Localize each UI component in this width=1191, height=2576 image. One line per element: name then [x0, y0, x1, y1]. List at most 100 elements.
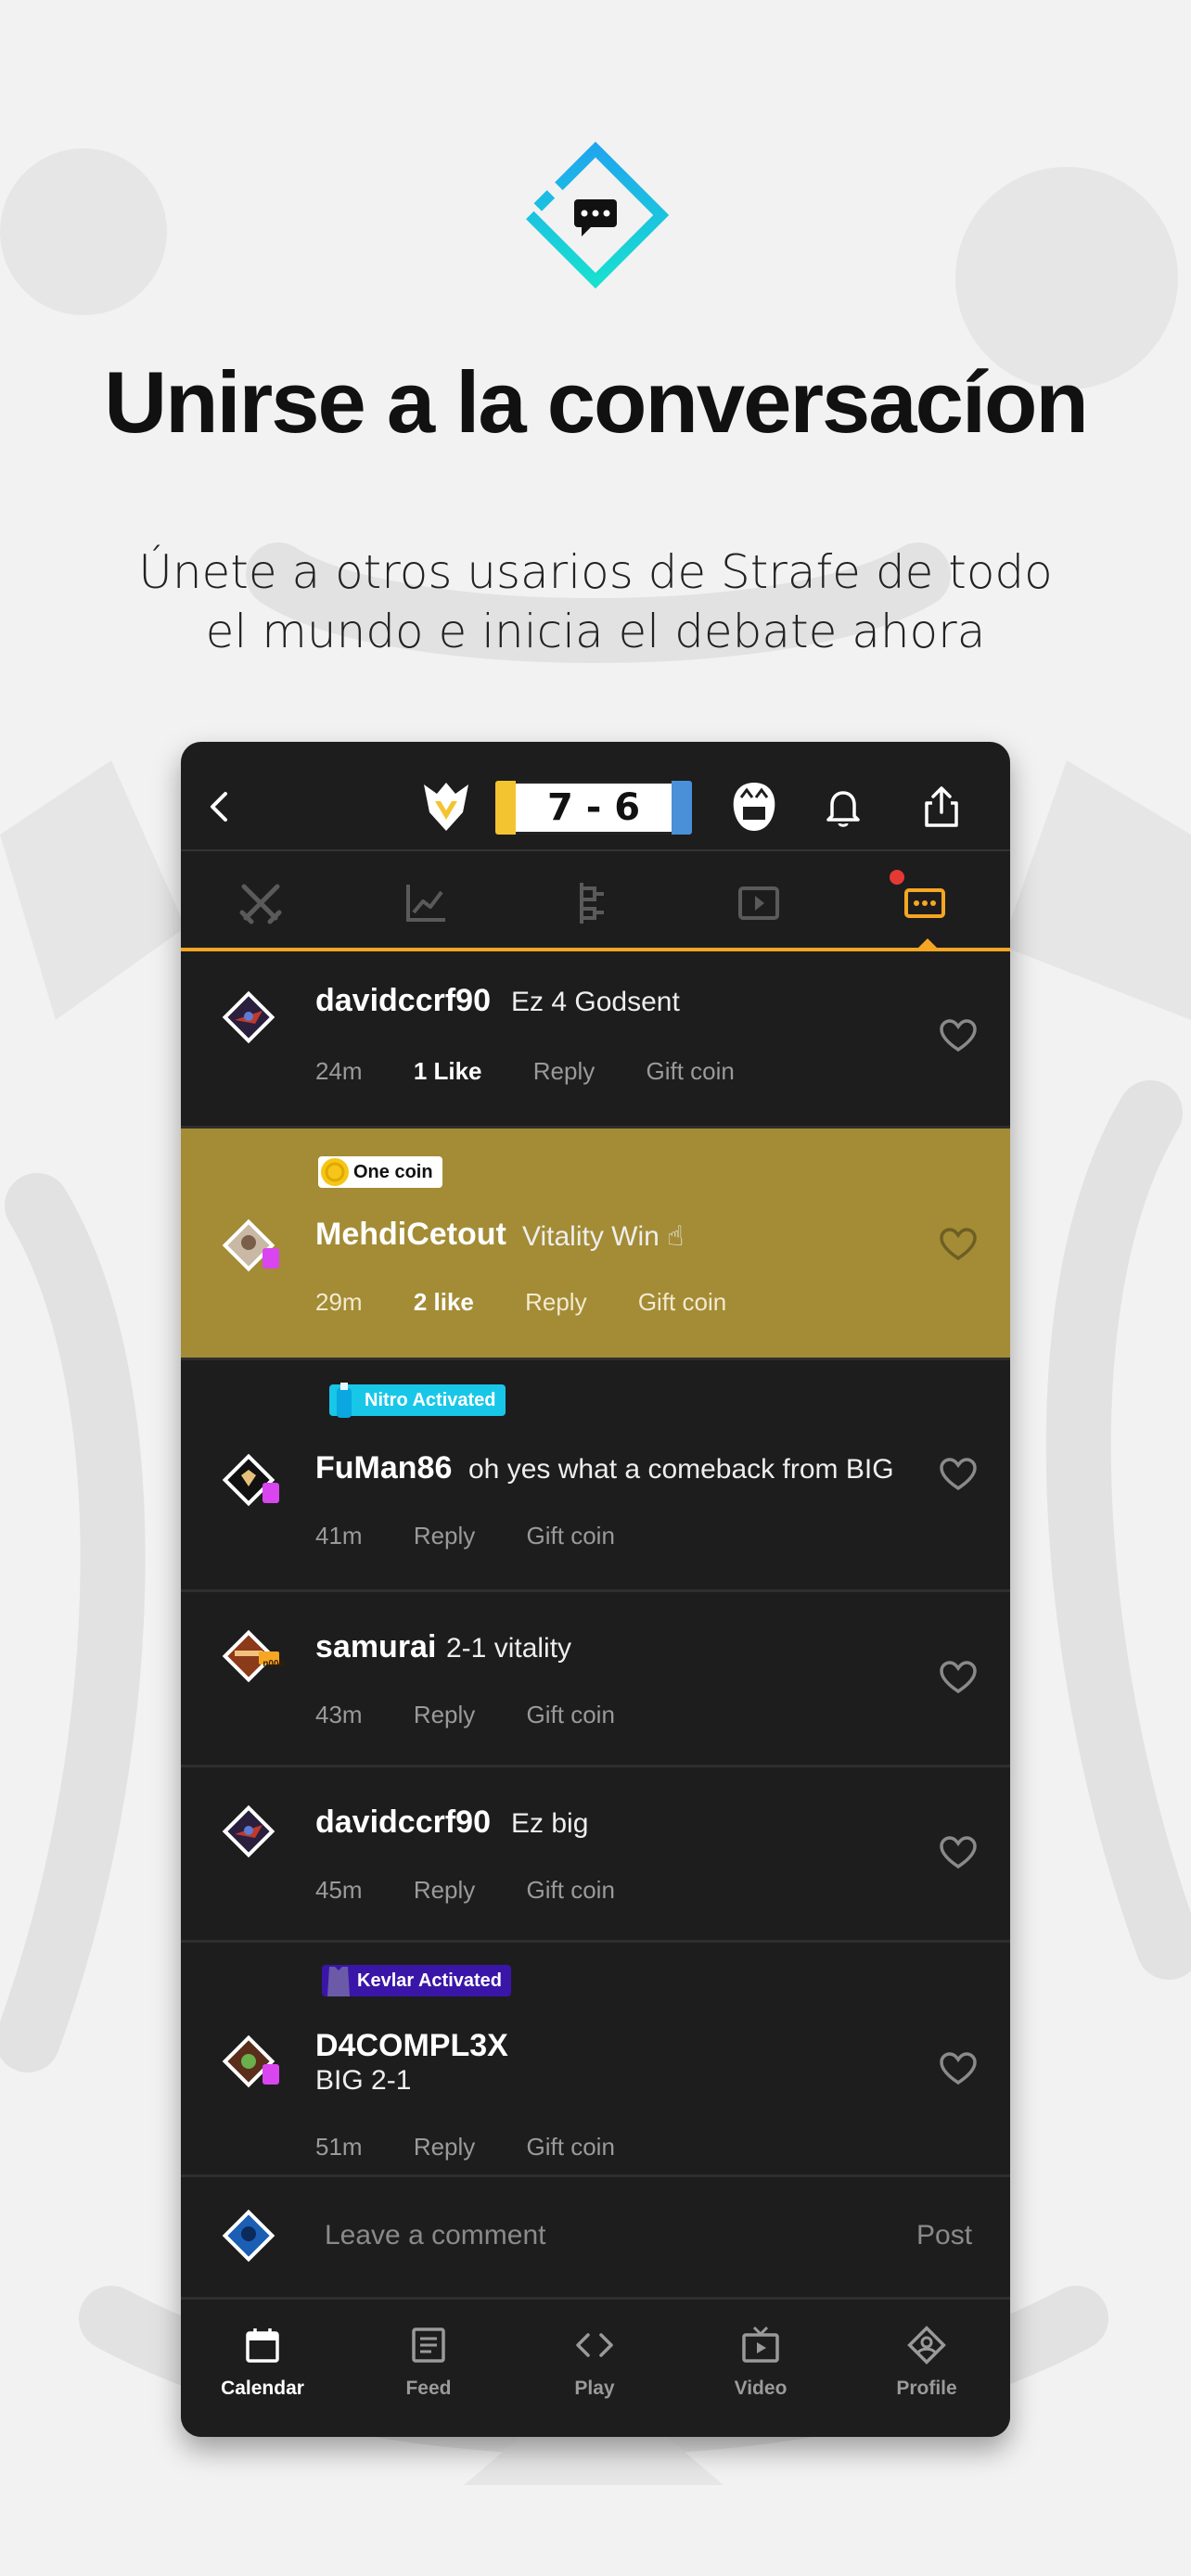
comment-time: 43m — [315, 1701, 363, 1728]
gift-coin-link[interactable]: Gift coin — [638, 1288, 726, 1316]
comment-meta: 45m Reply Gift coin — [315, 1876, 660, 1905]
chat-notification-dot — [890, 870, 904, 885]
share-icon[interactable] — [917, 783, 966, 831]
coin-icon — [321, 1158, 349, 1186]
comment-text: Ez 4 Godsent — [511, 987, 680, 1017]
user-avatar[interactable] — [218, 1215, 279, 1276]
active-tab-indicator — [916, 938, 939, 950]
comment-likes[interactable]: 2 like — [414, 1288, 474, 1316]
phone-screen: 7 - 6 davidccrf90 Ez 4 Godsent 24m 1 Lik… — [181, 742, 1010, 2437]
comment-item: davidccrf90 Ez 4 Godsent 24m 1 Like Repl… — [181, 955, 1010, 1129]
match-score: 7 - 6 — [495, 781, 692, 835]
bell-icon[interactable] — [819, 783, 867, 831]
comment-text: Vitality Win ☝ — [522, 1221, 685, 1252]
comment-meta: 24m 1 Like Reply Gift coin — [315, 1057, 779, 1086]
back-icon[interactable] — [201, 788, 238, 825]
heart-icon[interactable] — [939, 1227, 978, 1262]
heart-icon[interactable] — [939, 2051, 978, 2086]
comment-time: 45m — [315, 1876, 363, 1904]
comment-username[interactable]: D4COMPL3X — [315, 2028, 508, 2064]
comment-time: 41m — [315, 1522, 363, 1549]
code-icon — [576, 2333, 613, 2357]
nav-label: Play — [574, 2378, 615, 2399]
gift-coin-link[interactable]: Gift coin — [527, 2133, 615, 2161]
one-coin-badge: One coin — [318, 1156, 442, 1188]
nav-profile[interactable]: Profile — [852, 2322, 1001, 2400]
comment-text: Ez big — [511, 1808, 589, 1839]
comment-username[interactable]: davidccrf90 — [315, 1804, 491, 1841]
reply-link[interactable]: Reply — [414, 1876, 475, 1904]
match-tabs — [181, 853, 1010, 951]
comment-meta: 51m Reply Gift coin — [315, 2133, 660, 2162]
nav-label: Profile — [896, 2378, 957, 2399]
my-avatar — [222, 2209, 275, 2263]
nitro-activated-badge: Nitro Activated — [329, 1383, 506, 1418]
comment-meta: 41m Reply Gift coin — [315, 1522, 660, 1550]
nav-label: Calendar — [221, 2378, 304, 2399]
profile-icon — [907, 2326, 946, 2365]
nav-label: Feed — [405, 2378, 452, 2399]
gift-coin-link[interactable]: Gift coin — [527, 1701, 615, 1728]
comment-username[interactable]: FuMan86 — [315, 1450, 452, 1486]
nav-play[interactable]: Play — [520, 2322, 669, 2400]
comment-item: Nitro Activated FuMan86 oh yes what a co… — [181, 1360, 1010, 1592]
comment-item: n00b samurai 2-1 vitality 43m Reply Gift… — [181, 1592, 1010, 1767]
reply-link[interactable]: Reply — [414, 1522, 475, 1549]
comment-composer: Leave a comment Post — [181, 2177, 1010, 2300]
post-button[interactable]: Post — [916, 2220, 972, 2251]
reply-link[interactable]: Reply — [533, 1057, 595, 1085]
gift-coin-link[interactable]: Gift coin — [527, 1876, 615, 1904]
tab-matchup-swords-icon[interactable] — [233, 875, 288, 931]
bottom-navigation: Calendar Feed Play Video Profile — [181, 2302, 1010, 2437]
comment-meta: 43m Reply Gift coin — [315, 1701, 660, 1729]
kevlar-vest-icon — [327, 1967, 350, 1996]
kevlar-activated-badge: Kevlar Activated — [322, 1965, 511, 1996]
comment-item: Kevlar Activated D4COMPL3X BIG 2-1 51m R… — [181, 1943, 1010, 2177]
nav-video[interactable]: Video — [686, 2322, 835, 2400]
reply-link[interactable]: Reply — [525, 1288, 586, 1316]
user-avatar[interactable] — [218, 1801, 279, 1862]
heart-icon[interactable] — [939, 1835, 978, 1870]
gift-coin-link[interactable]: Gift coin — [646, 1057, 734, 1085]
heart-icon[interactable] — [939, 1018, 978, 1053]
rank-badge: n00b — [263, 1659, 284, 1669]
team-big-logo — [733, 783, 775, 831]
comment-likes[interactable]: 1 Like — [414, 1057, 482, 1085]
calendar-icon — [246, 2328, 279, 2363]
svg-text:n00b: n00b — [263, 1659, 284, 1669]
nitro-bottle-icon — [337, 1383, 352, 1418]
chat-diamond-icon — [521, 141, 670, 289]
user-avatar[interactable] — [218, 987, 279, 1048]
promo-subline: Únete a otros usarios de Strafe de todo … — [138, 545, 1053, 658]
comment-text: oh yes what a comeback from BIG — [468, 1454, 894, 1485]
comment-meta: 29m 2 like Reply Gift coin — [315, 1288, 771, 1317]
comment-item-highlighted: One coin MehdiCetout Vitality Win ☝ 29m … — [181, 1129, 1010, 1360]
comment-time: 24m — [315, 1057, 363, 1085]
tab-video-icon[interactable] — [731, 875, 787, 931]
comment-text: BIG 2-1 — [315, 2065, 412, 2096]
home-team-color-bar — [495, 781, 516, 835]
comment-item: davidccrf90 Ez big 45m Reply Gift coin — [181, 1767, 1010, 1943]
away-team-color-bar — [672, 781, 692, 835]
tv-icon — [742, 2326, 779, 2363]
heart-icon[interactable] — [939, 1660, 978, 1695]
user-avatar[interactable] — [218, 1449, 279, 1511]
comment-time: 29m — [315, 1288, 363, 1316]
nav-feed[interactable]: Feed — [354, 2322, 503, 2400]
reply-link[interactable]: Reply — [414, 1701, 475, 1728]
nav-calendar[interactable]: Calendar — [188, 2322, 337, 2400]
tab-bracket-icon[interactable] — [565, 875, 621, 931]
comment-input[interactable]: Leave a comment — [325, 2220, 545, 2251]
match-header: 7 - 6 — [181, 742, 1010, 851]
reply-link[interactable]: Reply — [414, 2133, 475, 2161]
user-avatar[interactable] — [218, 2031, 279, 2092]
feed-icon — [412, 2327, 445, 2363]
heart-icon[interactable] — [939, 1457, 978, 1492]
comment-username[interactable]: davidccrf90 — [315, 983, 491, 1019]
tab-stats-chart-icon[interactable] — [399, 875, 455, 931]
comment-username[interactable]: MehdiCetout — [315, 1217, 506, 1253]
gift-coin-link[interactable]: Gift coin — [527, 1522, 615, 1549]
tab-chat-icon[interactable] — [897, 875, 953, 931]
comment-text: 2-1 vitality — [446, 1633, 572, 1664]
comment-username[interactable]: samurai — [315, 1629, 436, 1665]
